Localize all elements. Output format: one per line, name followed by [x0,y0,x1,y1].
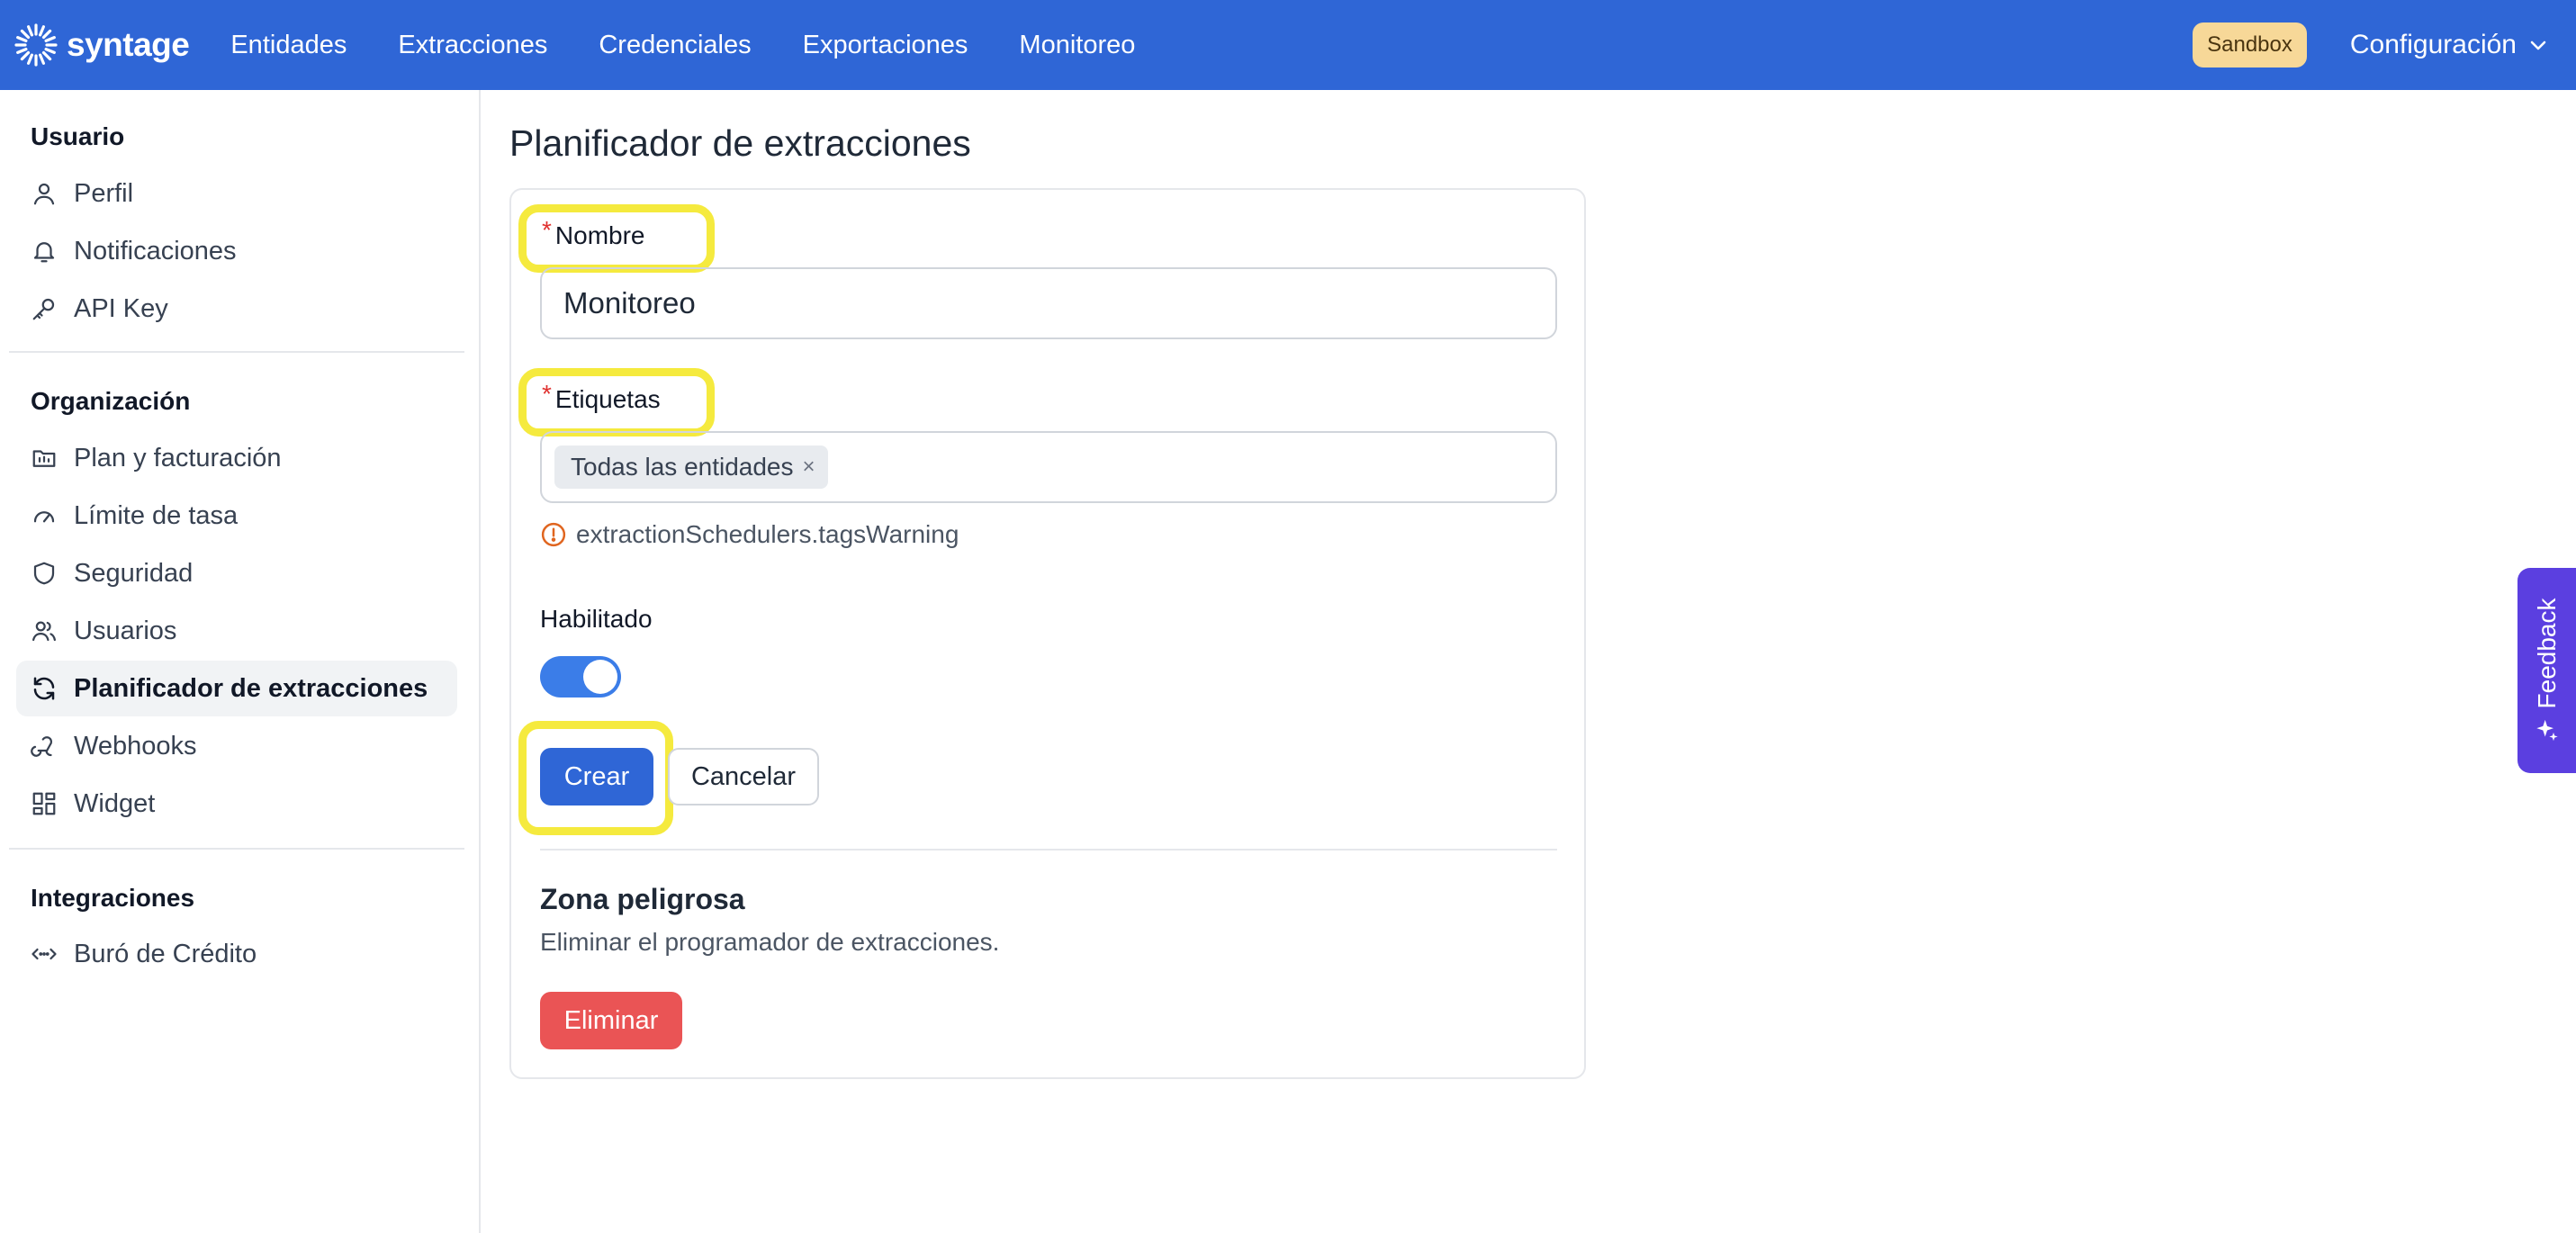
sidebar-item-planificador[interactable]: Planificador de extracciones [16,661,457,716]
tags-warning: extractionSchedulers.tagsWarning [540,520,959,549]
sidebar-item-plan-facturacion[interactable]: Plan y facturación [16,430,457,486]
topbar-right: Sandbox Configuración [2193,22,2549,68]
nav-extracciones[interactable]: Extracciones [398,31,547,60]
sidebar-item-label: Límite de tasa [74,500,239,530]
sidebar-item-label: Widget [74,788,156,818]
enabled-toggle[interactable] [540,656,621,698]
sidebar-section-integraciones: Integraciones [31,884,195,912]
bell-icon [29,236,59,266]
key-icon [29,293,59,324]
toggle-knob [583,660,617,694]
main-nav: Entidades Extracciones Credenciales Expo… [230,31,1186,60]
name-label: * Nombre [542,216,645,250]
sidebar-item-label: Plan y facturación [74,443,282,472]
enabled-label: Habilitado [540,605,653,633]
nav-monitoreo[interactable]: Monitoreo [1019,31,1135,60]
gauge-icon [29,500,59,531]
name-label-text: Nombre [554,221,645,249]
syntage-logo-icon [14,23,58,67]
nav-entidades[interactable]: Entidades [230,31,347,60]
sidebar-section-organizacion: Organización [31,387,191,415]
name-field-value: Monitoreo [563,286,696,320]
sidebar-item-seguridad[interactable]: Seguridad [16,545,457,601]
users-icon [29,616,59,646]
webhook-icon [29,731,59,761]
sidebar-item-label: Perfil [74,178,134,208]
sidebar-item-label: Webhooks [74,731,197,760]
sidebar-item-label: Buró de Crédito [74,939,257,968]
feedback-tab[interactable]: Feedback [2517,568,2576,773]
name-field[interactable]: Monitoreo [540,267,1557,339]
config-label: Configuración [2349,30,2517,59]
warning-circle-icon [541,522,566,547]
tag-remove-icon[interactable]: × [803,454,815,480]
sandbox-badge: Sandbox [2193,22,2307,68]
sidebar-divider [9,351,464,353]
sidebar-item-label: Usuarios [74,616,177,645]
sidebar-divider [9,848,464,850]
cancel-button[interactable]: Cancelar [668,748,819,806]
required-marker: * [542,216,552,244]
shield-icon [29,558,59,589]
sparkle-icon [2535,719,2558,742]
settings-sidebar: Usuario Perfil Notificaciones API Key Or… [0,90,481,1233]
tags-label: * Etiquetas [542,380,661,414]
top-navbar: syntage Entidades Extracciones Credencia… [0,0,2576,90]
sidebar-item-api-key[interactable]: API Key [16,281,457,337]
sidebar-item-buro-credito[interactable]: Buró de Crédito [16,926,457,982]
tag-chip: Todas las entidades × [554,446,828,489]
sidebar-item-webhooks[interactable]: Webhooks [16,718,457,774]
tags-field[interactable]: Todas las entidades × [540,431,1557,503]
sidebar-item-usuarios[interactable]: Usuarios [16,603,457,659]
sidebar-item-label: Planificador de extracciones [74,673,428,703]
billing-icon [29,443,59,473]
sidebar-item-limite-tasa[interactable]: Límite de tasa [16,488,457,544]
feedback-label: Feedback [2532,598,2561,709]
chevron-down-icon [2530,40,2546,50]
sidebar-item-label: Notificaciones [74,236,237,266]
danger-zone-divider [540,849,1557,850]
sidebar-item-label: Seguridad [74,558,194,588]
page-title: Planificador de extracciones [509,122,971,164]
danger-zone-description: Eliminar el programador de extracciones. [540,928,1000,956]
brand-logo[interactable]: syntage [13,22,190,68]
code-arrows-icon [29,939,59,969]
feedback-tab-content: Feedback [2533,598,2562,743]
sidebar-item-notificaciones[interactable]: Notificaciones [16,223,457,279]
tags-label-text: Etiquetas [554,385,661,413]
refresh-icon [29,673,59,704]
brand-name: syntage [67,26,190,63]
sidebar-item-perfil[interactable]: Perfil [16,166,457,221]
grid-icon [29,788,59,819]
tags-warning-text: extractionSchedulers.tagsWarning [576,520,959,548]
danger-zone-title: Zona peligrosa [540,883,745,915]
create-button[interactable]: Crear [540,748,653,806]
nav-exportaciones[interactable]: Exportaciones [803,31,968,60]
sidebar-section-usuario: Usuario [31,122,125,150]
config-menu-button[interactable]: Configuración [2350,30,2549,60]
delete-button[interactable]: Eliminar [540,992,682,1049]
nav-credenciales[interactable]: Credenciales [599,31,751,60]
required-marker: * [542,380,552,408]
tag-chip-label: Todas las entidades [571,453,794,481]
user-icon [29,178,59,209]
sidebar-item-label: API Key [74,293,168,323]
sidebar-item-widget[interactable]: Widget [16,776,457,832]
